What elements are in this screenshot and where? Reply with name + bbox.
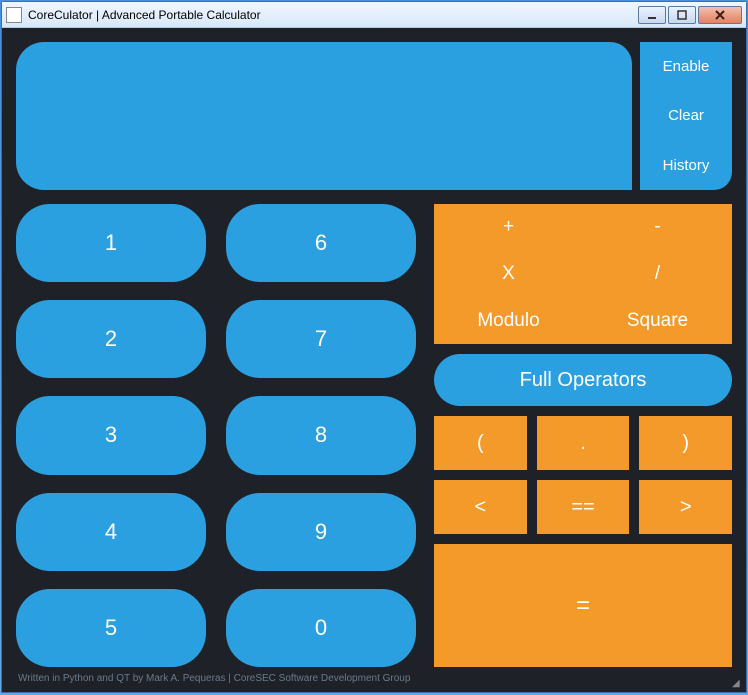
operator-panel: + - X / Modulo Square Full Operators ( .… <box>434 204 732 667</box>
paren-row: ( . ) <box>434 416 732 470</box>
enable-button[interactable]: Enable <box>640 42 732 91</box>
close-paren-button[interactable]: ) <box>639 416 732 470</box>
digit-2-button[interactable]: 2 <box>16 300 206 378</box>
open-paren-button[interactable]: ( <box>434 416 527 470</box>
digit-0-button[interactable]: 0 <box>226 589 416 667</box>
maximize-button[interactable] <box>668 6 696 24</box>
less-than-button[interactable]: < <box>434 480 527 534</box>
titlebar: CoreCulator | Advanced Portable Calculat… <box>2 2 746 28</box>
display-row: Enable Clear History <box>16 42 732 190</box>
history-button[interactable]: History <box>640 141 732 190</box>
digit-5-button[interactable]: 5 <box>16 589 206 667</box>
divide-button[interactable]: / <box>583 251 732 298</box>
main-area: 1 6 2 7 3 8 4 9 5 0 + - X / Modulo Squar… <box>16 204 732 667</box>
basic-operators-block: + - X / Modulo Square <box>434 204 732 344</box>
full-operators-button[interactable]: Full Operators <box>434 354 732 406</box>
digit-3-button[interactable]: 3 <box>16 396 206 474</box>
digit-7-button[interactable]: 7 <box>226 300 416 378</box>
footer-credits: Written in Python and QT by Mark A. Pequ… <box>16 667 732 686</box>
equals-compare-button[interactable]: == <box>537 480 630 534</box>
greater-than-button[interactable]: > <box>639 480 732 534</box>
close-icon <box>714 9 726 21</box>
square-button[interactable]: Square <box>583 297 732 344</box>
digit-8-button[interactable]: 8 <box>226 396 416 474</box>
digit-9-button[interactable]: 9 <box>226 493 416 571</box>
dot-button[interactable]: . <box>537 416 630 470</box>
equals-button[interactable]: = <box>434 544 732 667</box>
digit-6-button[interactable]: 6 <box>226 204 416 282</box>
close-button[interactable] <box>698 6 742 24</box>
display <box>16 42 632 190</box>
client-area: Enable Clear History 1 6 2 7 3 8 4 9 5 0… <box>2 28 746 692</box>
minus-button[interactable]: - <box>583 204 732 251</box>
plus-button[interactable]: + <box>434 204 583 251</box>
minimize-button[interactable] <box>638 6 666 24</box>
digit-4-button[interactable]: 4 <box>16 493 206 571</box>
digit-1-button[interactable]: 1 <box>16 204 206 282</box>
resize-grip-icon[interactable]: ◢ <box>732 678 744 690</box>
minimize-icon <box>647 10 657 20</box>
maximize-icon <box>677 10 687 20</box>
app-window: CoreCulator | Advanced Portable Calculat… <box>1 1 747 693</box>
display-side-buttons: Enable Clear History <box>640 42 732 190</box>
app-icon <box>6 7 22 23</box>
multiply-button[interactable]: X <box>434 251 583 298</box>
modulo-button[interactable]: Modulo <box>434 297 583 344</box>
window-title: CoreCulator | Advanced Portable Calculat… <box>28 8 636 22</box>
compare-row: < == > <box>434 480 732 534</box>
clear-button[interactable]: Clear <box>640 91 732 140</box>
numeric-keypad: 1 6 2 7 3 8 4 9 5 0 <box>16 204 416 667</box>
